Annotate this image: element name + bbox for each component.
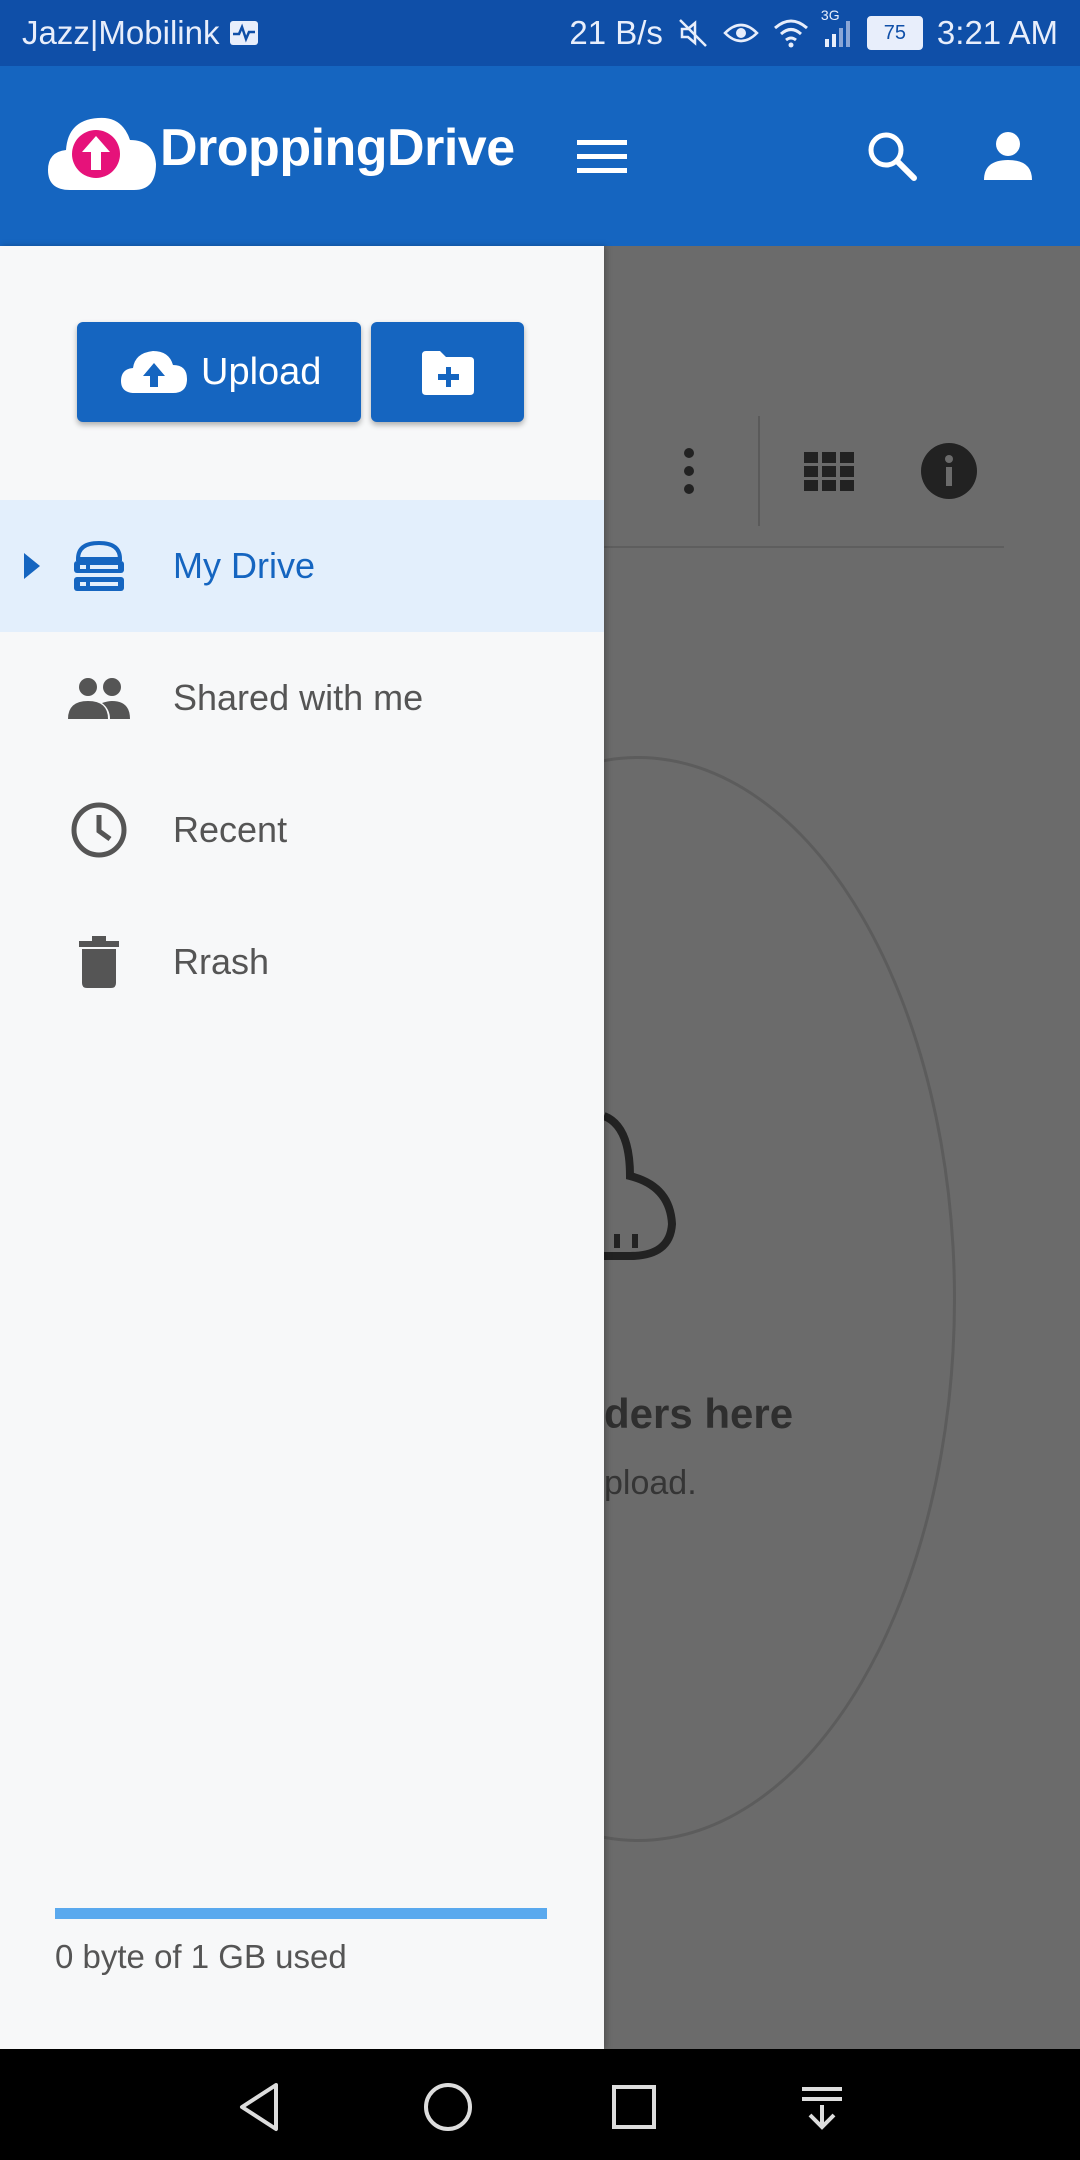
battery-icon: 75 xyxy=(866,16,923,50)
network-speed: 21 B/s xyxy=(569,14,663,51)
toolbar-underline xyxy=(600,546,1004,548)
sidebar-item-recent[interactable]: Recent xyxy=(0,764,604,896)
app-bar: DroppingDrive xyxy=(0,66,1080,246)
toolbar-divider xyxy=(758,416,760,526)
empty-state-title: ders here xyxy=(604,1390,794,1437)
battery-level: 75 xyxy=(883,21,907,44)
clock-time: 3:21 AM xyxy=(936,14,1058,51)
eye-icon xyxy=(723,23,759,43)
network-type: 3G xyxy=(820,7,840,23)
back-icon[interactable] xyxy=(232,2079,288,2135)
account-icon[interactable] xyxy=(978,126,1038,186)
signal-icon xyxy=(824,21,850,47)
wifi-icon xyxy=(773,19,808,48)
menu-icon[interactable] xyxy=(572,132,632,182)
sidebar-item-label: Rrash xyxy=(173,941,270,982)
upload-button[interactable]: Upload xyxy=(77,322,361,422)
storage-icon xyxy=(66,533,132,599)
grid-view-icon xyxy=(804,452,854,491)
sidebar-item-label: Recent xyxy=(173,809,288,850)
sidebar-item-label: My Drive xyxy=(173,545,315,586)
activity-icon xyxy=(230,21,259,45)
cloud-upload-logo[interactable] xyxy=(46,108,158,194)
sidebar-item-label: Shared with me xyxy=(173,677,424,718)
info-icon xyxy=(921,443,977,499)
sidebar-item-shared[interactable]: Shared with me xyxy=(0,632,604,764)
notification-pulldown-icon[interactable] xyxy=(794,2079,850,2135)
expand-caret-icon[interactable] xyxy=(24,553,40,579)
storage-usage-text: 0 byte of 1 GB used xyxy=(55,1938,347,1975)
cloud-upload-icon xyxy=(121,351,187,393)
recents-icon[interactable] xyxy=(606,2079,662,2135)
mute-icon xyxy=(679,19,707,47)
upload-label: Upload xyxy=(201,350,322,393)
brand-title: DroppingDrive xyxy=(160,119,515,177)
system-nav-bar xyxy=(0,2049,1080,2160)
carrier-label: Jazz|Mobilink xyxy=(22,14,220,51)
people-icon xyxy=(66,665,132,731)
status-bar: Jazz|Mobilink 21 B/s 3G 75 3:21 AM xyxy=(0,0,1080,66)
search-icon[interactable] xyxy=(862,126,922,186)
empty-state-subtitle: pload. xyxy=(604,1464,697,1502)
sidebar-item-trash[interactable]: Rrash xyxy=(0,896,604,1028)
sidebar-item-my-drive[interactable]: My Drive xyxy=(0,500,604,632)
home-icon[interactable] xyxy=(420,2079,476,2135)
trash-icon xyxy=(66,929,132,995)
more-vert-icon xyxy=(684,448,694,494)
clock-icon xyxy=(66,797,132,863)
storage-progress-bar xyxy=(55,1908,547,1919)
new-folder-button[interactable] xyxy=(371,322,524,422)
new-folder-icon xyxy=(421,351,474,395)
navigation-drawer: Upload My Drive Shared with me Recent Rr… xyxy=(0,246,604,2049)
